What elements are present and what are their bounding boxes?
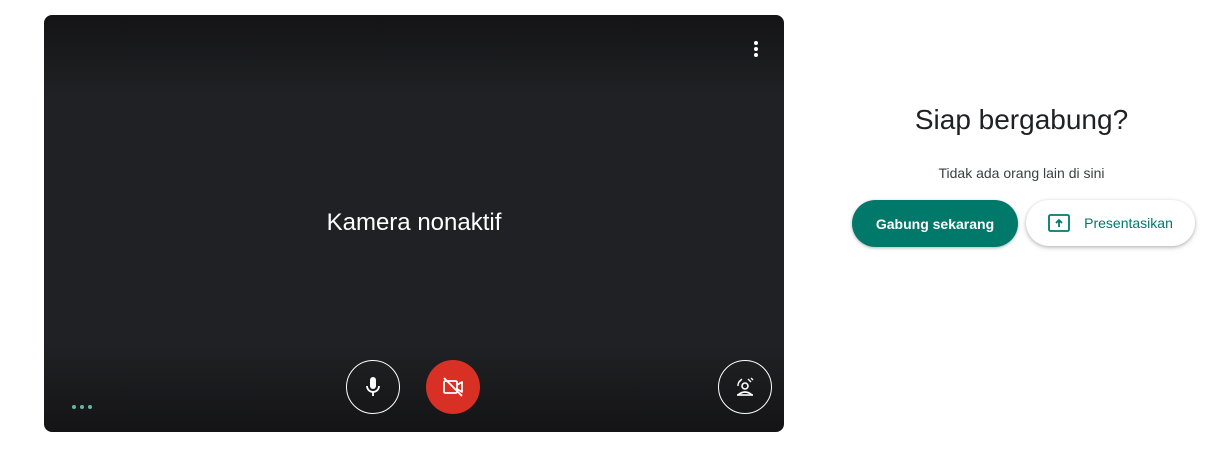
more-options-button[interactable] — [742, 35, 770, 63]
participants-status: Tidak ada orang lain di sini — [938, 165, 1105, 181]
visual-effects-button[interactable] — [718, 360, 772, 414]
ready-title: Siap bergabung? — [914, 104, 1129, 135]
mic-icon — [366, 377, 380, 396]
microphone-toggle-button[interactable] — [346, 360, 400, 414]
videocam-off-icon — [443, 377, 463, 397]
present-button-label: Presentasikan — [1084, 215, 1173, 231]
video-preview: Kamera nonaktif — [44, 15, 784, 432]
camera-toggle-button[interactable] — [426, 360, 480, 414]
audio-level-dots-icon — [72, 403, 92, 411]
join-now-button[interactable]: Gabung sekarang — [852, 200, 1018, 247]
more-vert-icon — [754, 41, 758, 57]
join-panel: Siap bergabung? Tidak ada orang lain di … — [820, 0, 1223, 461]
present-to-all-icon — [1048, 214, 1071, 232]
visual-effects-icon — [737, 377, 754, 396]
camera-status-text: Kamera nonaktif — [326, 209, 502, 236]
present-button[interactable]: Presentasikan — [1026, 200, 1195, 246]
meet-prejoin-page: Kamera nonaktif Siap bergabung? Tidak ad… — [0, 0, 1223, 461]
